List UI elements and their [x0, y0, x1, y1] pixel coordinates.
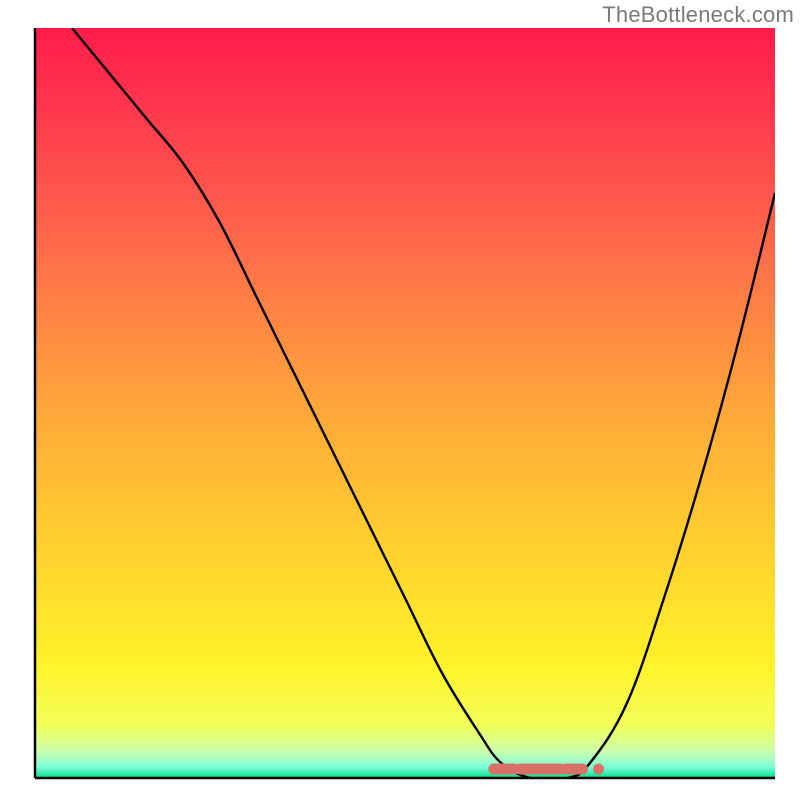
plot-background — [35, 28, 775, 778]
marker-dot — [593, 764, 604, 775]
chart-container: { "watermark": "TheBottleneck.com", "cha… — [0, 0, 800, 800]
watermark-text: TheBottleneck.com — [602, 2, 794, 28]
chart-svg — [0, 0, 800, 800]
